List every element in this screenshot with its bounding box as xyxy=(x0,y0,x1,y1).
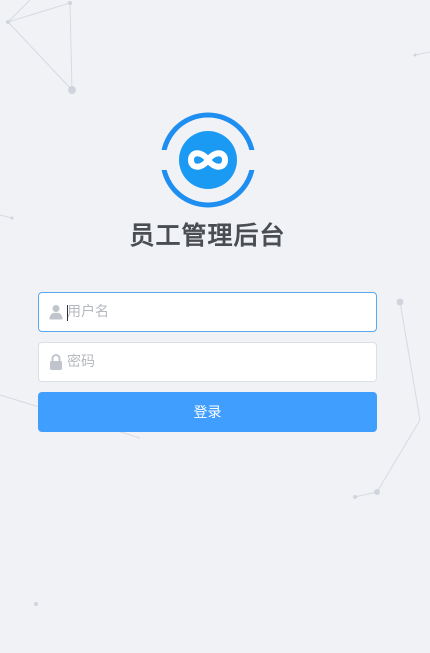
login-button[interactable]: 登录 xyxy=(38,392,377,432)
user-icon xyxy=(49,305,63,320)
username-input[interactable] xyxy=(67,294,367,330)
page-title: 员工管理后台 xyxy=(129,221,286,250)
password-input[interactable] xyxy=(67,344,367,380)
username-field[interactable] xyxy=(38,292,377,332)
text-caret xyxy=(67,305,68,321)
lock-icon xyxy=(50,354,62,370)
login-page: 员工管理后台 登录 xyxy=(0,0,430,653)
password-field[interactable] xyxy=(38,342,377,382)
app-logo xyxy=(159,112,257,208)
